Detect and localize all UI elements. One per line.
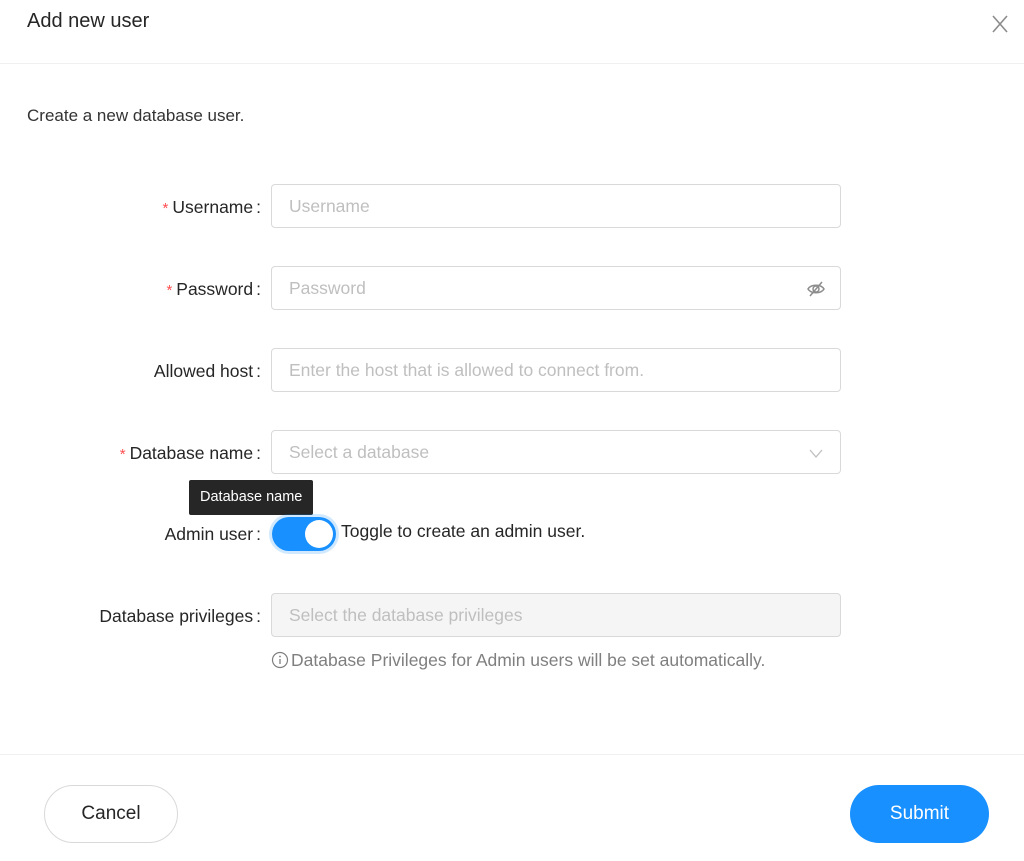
allowed-host-input[interactable] — [272, 349, 779, 391]
form-item-username: * Username: — [0, 184, 1024, 230]
admin-user-label: Admin user: — [164, 524, 261, 544]
form-item-password: * Password: — [0, 266, 1024, 312]
dialog-header: Add new user — [0, 0, 1024, 64]
required-mark: * — [162, 200, 169, 217]
username-input[interactable] — [272, 185, 779, 227]
help-text: Database Privileges for Admin users will… — [291, 650, 766, 670]
admin-user-toggle-text: Toggle to create an admin user. — [341, 521, 586, 541]
chevron-down-icon — [809, 449, 823, 458]
password-label: * Password: — [166, 279, 261, 299]
info-icon — [271, 651, 289, 669]
required-mark: * — [119, 446, 126, 463]
close-icon — [992, 15, 1008, 33]
required-mark: * — [166, 282, 173, 299]
username-field[interactable] — [271, 184, 841, 228]
submit-button[interactable]: Submit — [850, 785, 989, 843]
database-privileges-placeholder: Select the database privileges — [289, 605, 523, 625]
admin-user-toggle[interactable] — [272, 517, 336, 551]
cancel-button[interactable]: Cancel — [44, 785, 178, 843]
database-name-label: * Database name: — [119, 443, 261, 463]
close-button[interactable] — [988, 12, 1012, 36]
password-input[interactable] — [272, 267, 779, 309]
footer-divider — [0, 754, 1024, 755]
allowed-host-label: Allowed host: — [153, 361, 261, 381]
dialog-title: Add new user — [27, 10, 150, 32]
dialog-description: Create a new database user. — [27, 106, 245, 125]
database-name-placeholder: Select a database — [289, 442, 430, 462]
select-arrow — [806, 443, 826, 463]
form-item-database-name: * Database name: Select a database — [0, 430, 1024, 476]
database-name-select[interactable]: Select a database — [271, 430, 841, 474]
database-privileges-help: Database Privileges for Admin users will… — [271, 645, 791, 675]
username-label: * Username: — [162, 197, 261, 217]
database-privileges-select: Select the database privileges — [271, 593, 841, 637]
toggle-knob — [305, 520, 333, 548]
database-name-tooltip: Database name — [189, 480, 314, 515]
allowed-host-field[interactable] — [271, 348, 841, 392]
database-privileges-label: Database privileges: — [99, 606, 261, 626]
form-item-database-privileges: Database privileges: Select the database… — [0, 593, 1024, 639]
password-field[interactable] — [271, 266, 841, 310]
form-item-allowed-host: Allowed host: — [0, 348, 1024, 394]
toggle-password-visibility[interactable] — [806, 279, 826, 299]
eye-invisible-icon — [807, 281, 825, 297]
